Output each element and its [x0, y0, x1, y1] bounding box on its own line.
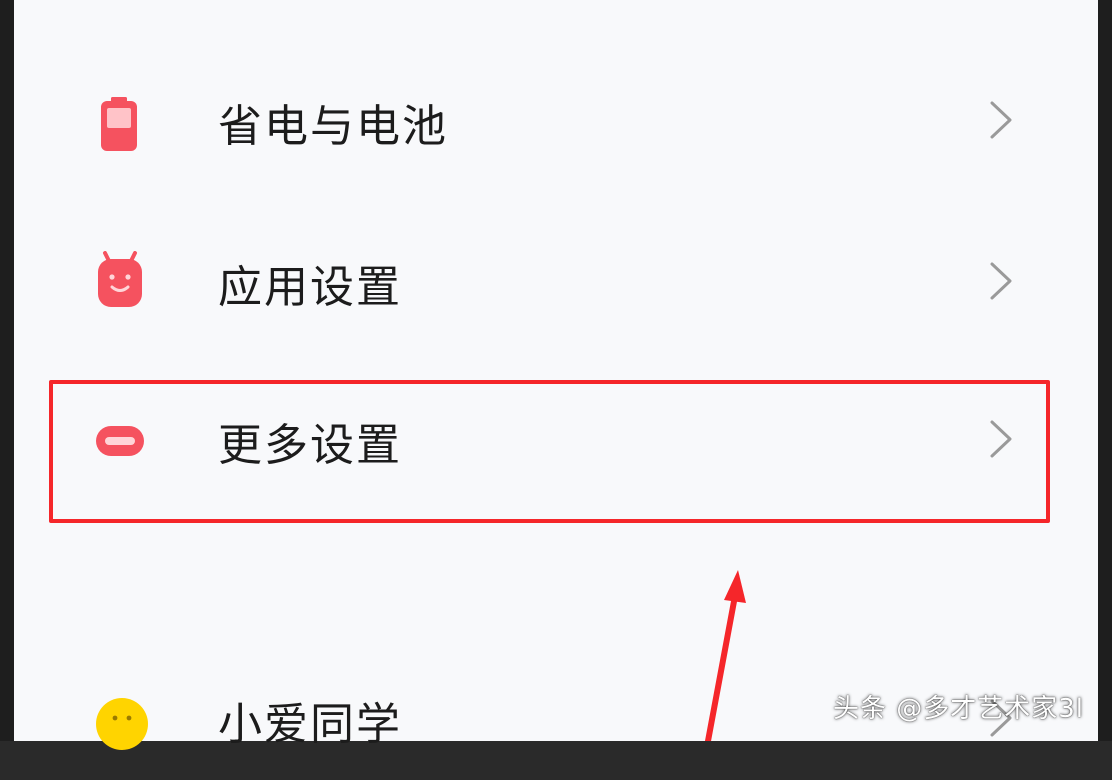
watermark: 头条 @多才艺术家3l	[833, 694, 1085, 724]
annotation-arrow	[705, 570, 746, 741]
